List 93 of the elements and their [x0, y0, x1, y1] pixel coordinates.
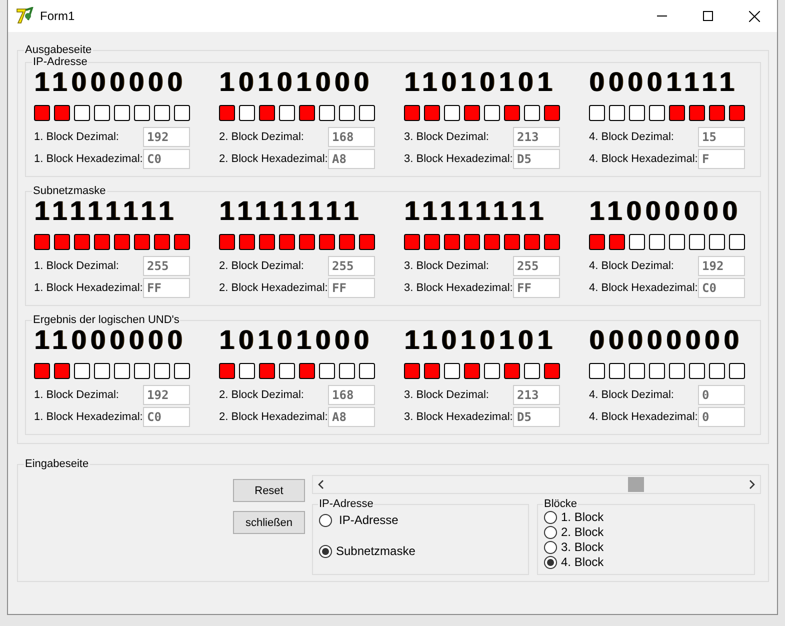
decimal-field[interactable]: 213: [513, 385, 560, 405]
radio-label: 1. Block: [561, 510, 604, 524]
hex-field[interactable]: A8: [328, 407, 375, 427]
group-title: Eingabeseite: [24, 458, 90, 470]
decimal-field[interactable]: 15: [698, 127, 745, 147]
hex-field[interactable]: 0: [698, 407, 745, 427]
field-label: 1. Block Hexadezimal:: [34, 153, 143, 165]
reset-button[interactable]: Reset: [233, 479, 305, 502]
field-label: 3. Block Hexadezimal:: [404, 411, 513, 423]
close-icon[interactable]: [748, 10, 760, 22]
hex-field[interactable]: A8: [328, 149, 375, 169]
radio-label: 4. Block: [561, 555, 604, 569]
field-label: 4. Block Hexadezimal:: [589, 153, 698, 165]
close-form-button[interactable]: schließen: [233, 511, 305, 534]
radio-button[interactable]: [544, 540, 557, 554]
window-title: Form1: [40, 9, 76, 23]
field-label: 4. Block Dezimal:: [589, 131, 674, 143]
decimal-field[interactable]: 255: [328, 256, 375, 276]
radio-button[interactable]: [319, 514, 332, 526]
field-label: 4. Block Dezimal:: [589, 260, 674, 272]
binary-value: 00001111: [589, 66, 740, 98]
hex-field[interactable]: F: [698, 149, 745, 169]
field-label: 2. Block Hexadezimal:: [219, 153, 328, 165]
field-label: 1. Block Dezimal:: [34, 389, 119, 401]
decimal-field[interactable]: 255: [513, 256, 560, 276]
group-title: Ausgabeseite: [24, 44, 93, 56]
group-title: Blöcke: [543, 498, 578, 510]
radio-label: Subnetzmaske: [336, 544, 416, 558]
binary-value: 11111111: [219, 195, 364, 227]
binary-value: 11111111: [34, 195, 178, 227]
group-title: IP-Adresse: [32, 56, 88, 68]
binary-value: 11000000: [589, 195, 742, 227]
binary-value: 10101000: [219, 324, 374, 356]
field-label: 1. Block Dezimal:: [34, 260, 119, 272]
hex-field[interactable]: C0: [698, 278, 745, 298]
radio-button[interactable]: [319, 544, 332, 558]
decimal-field[interactable]: 255: [143, 256, 190, 276]
radio-option[interactable]: 3. Block: [544, 540, 748, 554]
radio-button[interactable]: [544, 556, 557, 568]
field-label: 3. Block Hexadezimal:: [404, 153, 513, 165]
field-label: 3. Block Dezimal:: [404, 260, 489, 272]
field-label: 3. Block Hexadezimal:: [404, 282, 513, 294]
hex-field[interactable]: C0: [143, 149, 190, 169]
radio-option[interactable]: 1. Block: [544, 510, 748, 524]
field-label: 2. Block Hexadezimal:: [219, 411, 328, 423]
field-label: 1. Block Hexadezimal:: [34, 282, 143, 294]
decimal-field[interactable]: 213: [513, 127, 560, 147]
hex-field[interactable]: FF: [513, 278, 560, 298]
field-label: 1. Block Hexadezimal:: [34, 411, 143, 423]
radio-option[interactable]: IP-Adresse: [319, 513, 522, 527]
hex-field[interactable]: FF: [328, 278, 375, 298]
radio-label: 2. Block: [561, 525, 604, 539]
field-label: 4. Block Hexadezimal:: [589, 411, 698, 423]
binary-value: 11111111: [404, 195, 548, 227]
decimal-field[interactable]: 192: [143, 385, 190, 405]
field-label: 2. Block Dezimal:: [219, 260, 304, 272]
radio-option[interactable]: 4. Block: [544, 555, 748, 569]
horizontal-scrollbar[interactable]: [312, 475, 761, 494]
group-title: IP-Adresse: [318, 498, 374, 510]
decimal-field[interactable]: 0: [698, 385, 745, 405]
group-title: Ergebnis der logischen UND's: [32, 314, 180, 326]
hex-field[interactable]: D5: [513, 149, 560, 169]
app-icon: [16, 7, 34, 25]
field-label: 2. Block Hexadezimal:: [219, 282, 328, 294]
field-label: 4. Block Hexadezimal:: [589, 282, 698, 294]
maximize-icon[interactable]: [703, 11, 713, 21]
field-label: 4. Block Dezimal:: [589, 389, 674, 401]
binary-value: 11010101: [404, 324, 558, 356]
radio-option[interactable]: Subnetzmaske: [319, 544, 522, 558]
field-label: 3. Block Dezimal:: [404, 131, 489, 143]
binary-value: 00000000: [589, 324, 744, 356]
field-label: 3. Block Dezimal:: [404, 389, 489, 401]
decimal-field[interactable]: 192: [143, 127, 190, 147]
decimal-field[interactable]: 168: [328, 385, 375, 405]
decimal-field[interactable]: 192: [698, 256, 745, 276]
hex-field[interactable]: D5: [513, 407, 560, 427]
hex-field[interactable]: C0: [143, 407, 190, 427]
binary-value: 11000000: [34, 325, 188, 356]
radio-option[interactable]: 2. Block: [544, 525, 748, 539]
group-title: Subnetzmaske: [32, 185, 107, 197]
radio-label: IP-Adresse: [339, 513, 398, 527]
binary-value: 11010101: [404, 66, 558, 98]
field-label: 2. Block Dezimal:: [219, 389, 304, 401]
radio-button[interactable]: [544, 510, 557, 524]
scrollbar-thumb[interactable]: [628, 477, 644, 492]
field-label: 2. Block Dezimal:: [219, 131, 304, 143]
binary-value: 10101000: [219, 66, 374, 98]
hex-field[interactable]: FF: [143, 278, 190, 298]
radio-button[interactable]: [544, 526, 557, 538]
binary-value: 11000000: [34, 66, 188, 98]
radio-label: 3. Block: [561, 540, 604, 554]
field-label: 1. Block Dezimal:: [34, 131, 119, 143]
decimal-field[interactable]: 168: [328, 127, 375, 147]
